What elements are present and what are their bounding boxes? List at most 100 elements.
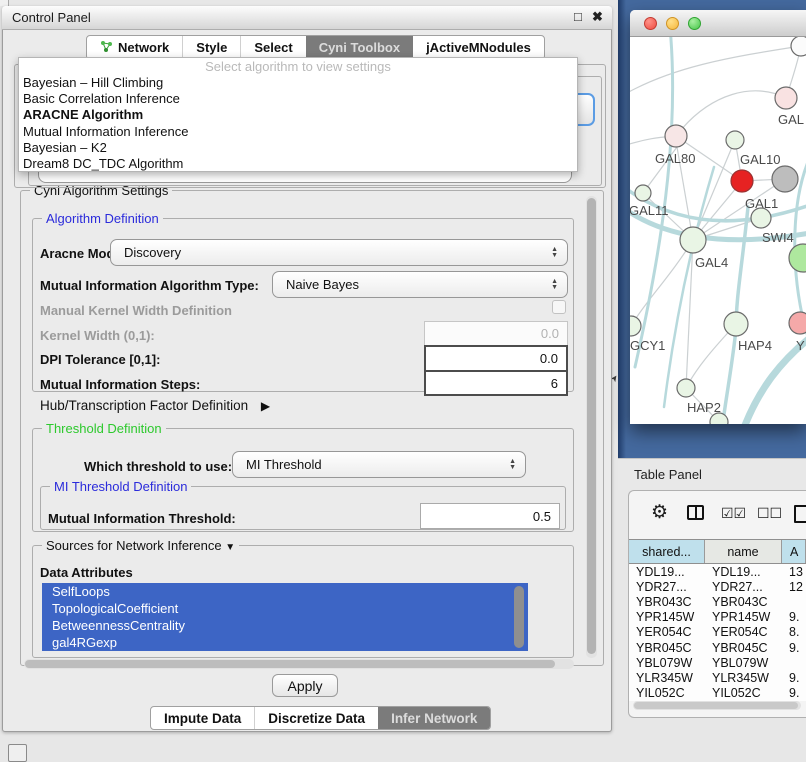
attribute-item-selected[interactable]: gal4RGexp <box>42 634 528 651</box>
mi-threshold-field[interactable]: 0.5 <box>420 503 560 529</box>
mi-type-combobox[interactable]: Naive Bayes ▲▼ <box>272 271 568 298</box>
table-row[interactable]: YIL052CYIL052C9. <box>629 686 806 701</box>
table-cell <box>782 655 806 670</box>
node-HAP4[interactable] <box>724 312 748 336</box>
tab-discretize-data[interactable]: Discretize Data <box>254 707 378 729</box>
attribute-item-selected[interactable]: TopologicalCoefficient <box>42 600 528 617</box>
node-GCY1[interactable] <box>630 316 641 336</box>
table-row[interactable]: YLR345WYLR345W9. <box>629 670 806 685</box>
node-GAL4[interactable] <box>680 227 706 253</box>
float-window-icon[interactable]: □ <box>574 9 582 24</box>
control-panel-titlebar[interactable] <box>2 6 612 30</box>
close-window-icon[interactable]: ✖ <box>592 9 603 25</box>
table-cell: 9. <box>782 670 806 685</box>
node-HAP2[interactable] <box>677 379 695 397</box>
table-cell: 9. <box>782 640 806 655</box>
aracne-mode-combobox[interactable]: Discovery ▲▼ <box>110 239 568 266</box>
algorithm-definition-legend: Algorithm Definition <box>42 211 163 226</box>
table-cell: 13 <box>782 564 806 579</box>
table-row[interactable]: YPR145WYPR145W9. <box>629 610 806 625</box>
network-graph: GALGAL80GAL10GAL1SWI4GAL11GAL4GCY1HAP4YH… <box>630 37 806 424</box>
node-GAL11[interactable] <box>635 185 651 201</box>
table-row[interactable]: YBL079WYBL079W <box>629 655 806 670</box>
document-icon[interactable] <box>794 505 806 523</box>
hub-definition-expander[interactable]: Hub/Transcription Factor Definition ▶ <box>40 398 270 413</box>
data-attributes-label: Data Attributes <box>40 565 133 580</box>
column-header-shared-name[interactable]: shared... <box>629 540 705 563</box>
tab-impute-data[interactable]: Impute Data <box>151 707 254 729</box>
select-all-checks-icon[interactable]: ☑☑ <box>721 505 746 522</box>
node-GAL80[interactable] <box>665 125 687 147</box>
which-threshold-value: MI Threshold <box>246 457 322 472</box>
node-Y[interactable] <box>789 312 806 334</box>
node-unlabeled[interactable] <box>791 37 806 56</box>
zoom-traffic-light-icon[interactable] <box>688 17 701 30</box>
network-view-window[interactable]: GALGAL80GAL10GAL1SWI4GAL11GAL4GCY1HAP4YH… <box>630 10 806 424</box>
algorithm-option[interactable]: Dream8 DC_TDC Algorithm <box>19 156 577 172</box>
node-GAL10[interactable] <box>726 131 744 149</box>
node-GAL1[interactable] <box>731 170 753 192</box>
which-threshold-combobox[interactable]: MI Threshold ▲▼ <box>232 451 526 478</box>
settings-vscrollbar[interactable] <box>586 196 597 658</box>
split-view-icon[interactable] <box>687 505 704 520</box>
attribute-item-selected[interactable]: SelfLoops <box>42 583 528 600</box>
algorithm-option[interactable]: Bayesian – Hill Climbing <box>19 75 577 91</box>
manual-kernel-checkbox[interactable] <box>552 300 566 314</box>
algorithm-dropdown-list: Bayesian – Hill Climbing Basic Correlati… <box>19 75 577 172</box>
node-unlabeled[interactable] <box>789 244 806 272</box>
column-header-clipped[interactable]: A <box>782 540 806 563</box>
tab-select[interactable]: Select <box>240 36 305 59</box>
collapsed-panel-button[interactable] <box>8 744 27 762</box>
column-header-name[interactable]: name <box>705 540 782 563</box>
tab-infer-network[interactable]: Infer Network <box>378 707 490 729</box>
tab-network[interactable]: Network <box>87 36 182 59</box>
gear-icon[interactable]: ⚙ <box>651 501 668 524</box>
kernel-width-field[interactable]: 0.0 <box>424 321 568 346</box>
algorithm-option[interactable]: Bayesian – K2 <box>19 140 577 156</box>
node-unlabeled[interactable] <box>772 166 798 192</box>
threshold-definition-legend: Threshold Definition <box>42 421 166 436</box>
table-row[interactable]: YDL19...YDL19...13 <box>629 564 806 579</box>
list-vscrollbar[interactable] <box>514 586 524 648</box>
network-canvas[interactable]: GALGAL80GAL10GAL1SWI4GAL11GAL4GCY1HAP4YH… <box>630 37 806 424</box>
dpi-tolerance-field[interactable]: 0.0 <box>424 345 568 372</box>
table-cell: YER054C <box>629 625 705 640</box>
algorithm-option[interactable]: Mutual Information Inference <box>19 124 577 140</box>
attribute-item-selected[interactable]: BetweennessCentrality <box>42 617 528 634</box>
minimize-traffic-light-icon[interactable] <box>666 17 679 30</box>
dpi-tolerance-label: DPI Tolerance [0,1]: <box>40 352 160 367</box>
tab-style[interactable]: Style <box>182 36 240 59</box>
expander-arrow-icon[interactable]: ▶ <box>261 399 270 413</box>
bottom-tab-bar: Impute Data Discretize Data Infer Networ… <box>150 706 491 730</box>
table-cell: YBR045C <box>705 640 782 655</box>
table-row[interactable]: YDR27...YDR27...12 <box>629 579 806 594</box>
mi-steps-field[interactable]: 6 <box>424 370 568 396</box>
settings-hscrollbar[interactable] <box>24 659 574 669</box>
table-hscrollbar[interactable] <box>633 701 801 710</box>
table-row[interactable]: YBR043CYBR043C <box>629 594 806 609</box>
screen: GALGAL80GAL10GAL1SWI4GAL11GAL4GCY1HAP4YH… <box>0 0 806 762</box>
table-cell: YBR043C <box>705 594 782 609</box>
table-row[interactable]: YBR045CYBR045C9. <box>629 640 806 655</box>
deselect-all-checks-icon[interactable]: ☐☐ <box>757 505 782 522</box>
tab-cyni-toolbox[interactable]: Cyni Toolbox <box>306 36 413 59</box>
table-cell: YLR345W <box>629 670 705 685</box>
table-cell: 8. <box>782 625 806 640</box>
network-window-titlebar[interactable] <box>630 10 806 37</box>
apply-button[interactable]: Apply <box>272 674 338 697</box>
table-cell: YBR045C <box>629 640 705 655</box>
data-attributes-list[interactable]: SelfLoops TopologicalCoefficient Between… <box>42 583 528 654</box>
table-cell <box>782 594 806 609</box>
close-traffic-light-icon[interactable] <box>644 17 657 30</box>
node-GAL[interactable] <box>775 87 797 109</box>
tab-jactivemnodules[interactable]: jActiveMNodules <box>413 36 544 59</box>
collapse-arrow-icon[interactable]: ▼ <box>225 542 235 553</box>
tab-label: jActiveMNodules <box>426 40 531 55</box>
algorithm-option[interactable]: Basic Correlation Inference <box>19 91 577 107</box>
algorithm-option-selected[interactable]: ARACNE Algorithm <box>19 107 577 123</box>
table-cell: YPR145W <box>705 610 782 625</box>
table-row[interactable]: YER054CYER054C8. <box>629 625 806 640</box>
tab-label: Style <box>196 40 227 55</box>
node-SWI4[interactable] <box>751 208 771 228</box>
table-toolbar: ⚙ ☑☑ ☐☐ <box>629 491 806 539</box>
